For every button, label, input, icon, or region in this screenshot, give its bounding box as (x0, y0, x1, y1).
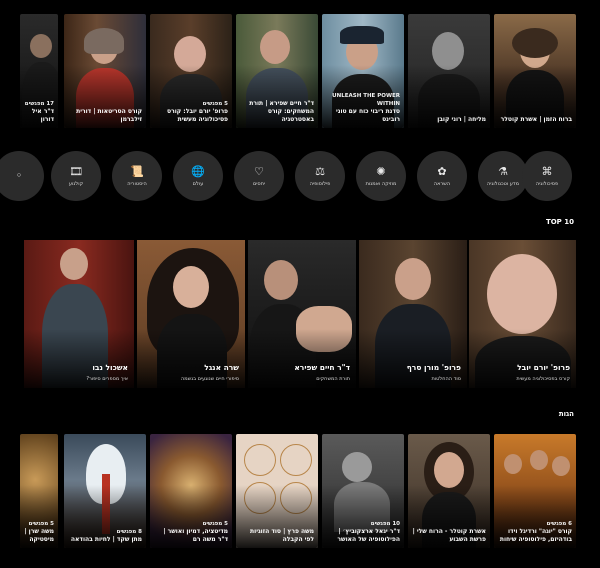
partial-icon: ◦ (15, 169, 23, 182)
category-philosophy[interactable]: ⚖ פילוסופיה (295, 151, 345, 201)
course-card[interactable]: ברוח הזמן | אשרת קוטלר (494, 14, 576, 128)
course-card[interactable]: קורס הסריטאות | דורית זילברמן (64, 14, 146, 128)
film-icon: 🎞 (69, 164, 83, 178)
category-history[interactable]: 📜 היסטוריה (112, 151, 162, 201)
category-relationships[interactable]: ♡ יחסים (234, 151, 284, 201)
course-card[interactable]: מליחה | רוני קובן (408, 14, 490, 128)
category-inspiration[interactable]: ✿ השראה (417, 151, 467, 201)
course-card[interactable]: אשרת קוטלר - הרוח שלי | פרשת השבוע (408, 434, 490, 548)
course-card[interactable]: 5 מפגשים משה שרן | מיסטיקה (20, 434, 58, 548)
top10-card[interactable]: שרה אנגל סיפורי חיים שנוגעים בנשמה (137, 240, 245, 388)
category-cinema[interactable]: 🎞 קולנוע (51, 151, 101, 201)
course-card[interactable]: 17 מפגשים ד"ר איל דורון (20, 14, 58, 128)
course-card[interactable]: 8 מפגשים מתן שקד | לחיות בהודאה (64, 434, 146, 548)
top10-title: TOP 10 (545, 218, 574, 226)
category-psychology[interactable]: ⌘ פסיכולוגיה (522, 151, 572, 201)
mind-icon: ⌘ (541, 164, 553, 178)
course-card[interactable]: 6 מפגשים קורס "יוגה" ורדיגל וידו בודהיזם,… (494, 434, 576, 548)
course-card[interactable]: 10 מפגשים ד"ר יגאל ארצקוביץ׳ | הפילוסופיה… (322, 434, 404, 548)
scales-icon: ⚖ (315, 164, 325, 178)
course-card[interactable]: UNLEASH THE POWER WITHIN סדנת ריבוי כוח ע… (322, 14, 404, 128)
heart-icon: ♡ (254, 164, 264, 178)
globe-icon: 🌐 (191, 164, 205, 178)
faith-title: הגות (558, 410, 574, 418)
category-world[interactable]: 🌐 עולם (173, 151, 223, 201)
music-icon: ✺ (376, 164, 386, 178)
sparkle-icon: ✿ (437, 164, 447, 178)
scroll-icon: 📜 (130, 164, 144, 178)
category-music-art[interactable]: ✺ מוזיקה ואמנות (356, 151, 406, 201)
course-card[interactable]: 5 מפגשים פרופ' יורם יובל: קורס פסיכולוגיה… (150, 14, 232, 128)
category-partial[interactable]: ◦ (0, 151, 44, 201)
category-science[interactable]: ⚗ מדע וטכנולוגיה (478, 151, 528, 201)
top10-card[interactable]: פרופ' מורן סרף סוד ההחלטות (359, 240, 467, 388)
flask-icon: ⚗ (498, 164, 508, 178)
course-card[interactable]: ד"ר חיים שפירא | תורת המשחקים: קורס באסט… (236, 14, 318, 128)
top10-card[interactable]: ד"ר חיים שפירא תורת המשחקים (248, 240, 356, 388)
course-card[interactable]: 5 מפגשים מדיטציה, דמיון ואושר | ד"ר משה ר… (150, 434, 232, 548)
course-card[interactable]: משה פרץ | סוד הזוגיות לפי הקבלה (236, 434, 318, 548)
top10-card[interactable]: פרופ' יורם יובל קורס בפסיכולוגיה מעשית (469, 240, 576, 388)
top10-card[interactable]: אשכול נבו איך מספרים סיפור? (24, 240, 134, 388)
